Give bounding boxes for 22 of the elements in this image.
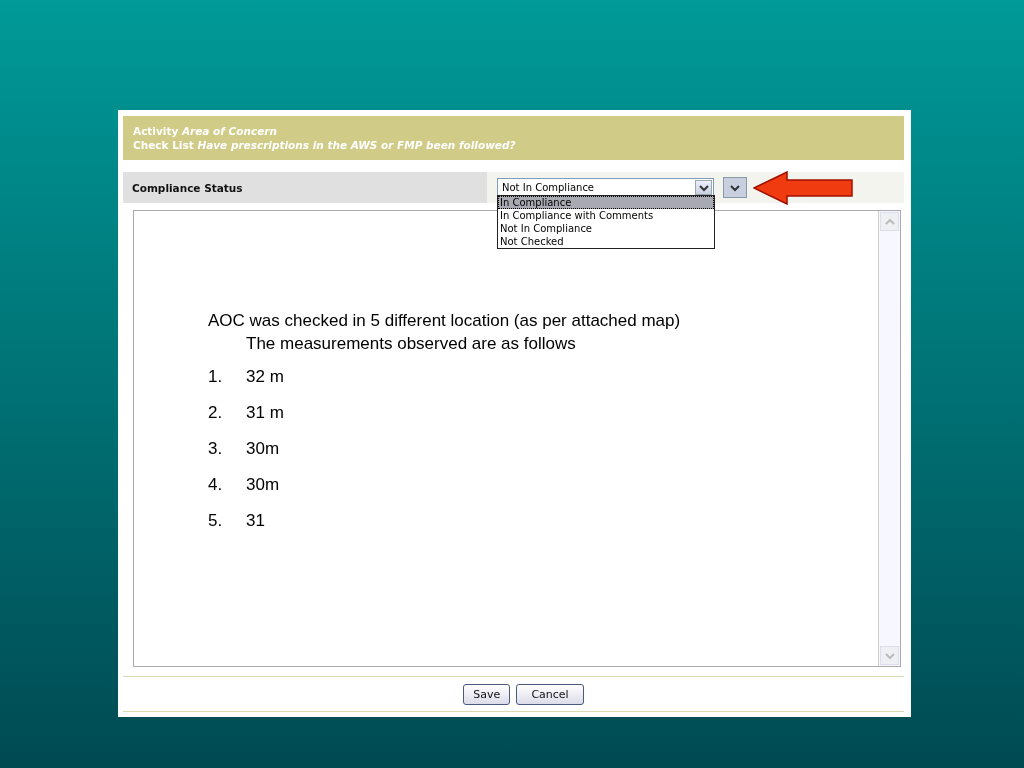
list-text: 31 m: [246, 403, 284, 424]
dropdown-option[interactable]: Not Checked: [498, 235, 714, 248]
list-number: 5.: [208, 511, 224, 532]
list-number: 3.: [208, 439, 224, 460]
field-label: Compliance Status: [123, 172, 487, 203]
dropdown-option[interactable]: In Compliance: [498, 196, 714, 209]
dropdown-toggle[interactable]: [723, 177, 747, 198]
list-text: 30m: [246, 475, 280, 496]
list-text: 32 m: [246, 367, 284, 388]
chevron-icon[interactable]: [730, 183, 740, 192]
list-number: 1.: [208, 367, 224, 388]
save-button[interactable]: Save: [463, 683, 511, 705]
dropdown-option[interactable]: Not In Compliance: [498, 222, 714, 235]
list-number: 2.: [208, 403, 224, 424]
cancel-button[interactable]: Cancel: [516, 683, 584, 705]
list-text: 30m: [246, 439, 280, 460]
header-line: Check List Have prescriptions in the AWS or FMP been followed?: [133, 138, 517, 152]
memo-paragraph: AOC was checked in 5 different location (as per attached map) The measurements observed are as follows: [208, 310, 682, 355]
header-line: Activity Area of Concern: [133, 124, 278, 138]
list-number: 4.: [208, 475, 224, 496]
dropdown-option[interactable]: In Compliance with Comments: [498, 209, 714, 222]
list-text: 31: [246, 511, 265, 532]
